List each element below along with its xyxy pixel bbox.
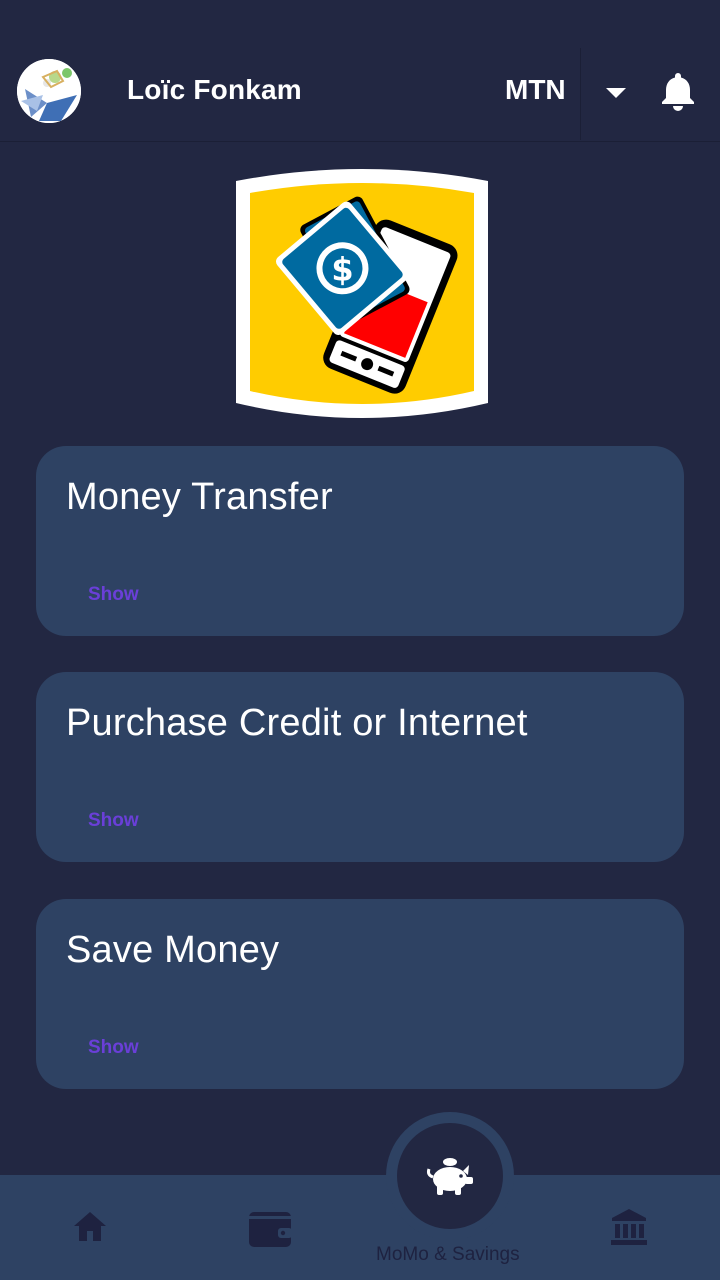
- nav-momo-savings[interactable]: [397, 1123, 503, 1229]
- mobile-money-logo: $: [234, 167, 490, 423]
- wallet-icon: [249, 1212, 292, 1247]
- home-icon: [74, 1212, 106, 1241]
- app-bar: Loïc Fonkam MTN: [0, 0, 720, 142]
- bank-icon: [611, 1209, 647, 1245]
- money-transfer-card[interactable]: Money Transfer Show: [36, 446, 684, 636]
- card-title: Save Money: [66, 929, 280, 971]
- card-title: Money Transfer: [66, 476, 333, 518]
- nav-wallet[interactable]: [248, 1210, 292, 1253]
- show-button[interactable]: Show: [88, 584, 139, 606]
- nav-home[interactable]: [72, 1210, 108, 1247]
- card-title: Purchase Credit or Internet: [66, 702, 528, 744]
- user-name: Loïc Fonkam: [127, 74, 302, 105]
- show-button[interactable]: Show: [88, 810, 139, 832]
- notifications-button[interactable]: [658, 70, 698, 112]
- nav-momo-savings-label[interactable]: MoMo & Savings: [376, 1244, 520, 1266]
- piggy-bank-icon: [427, 1158, 473, 1195]
- show-button[interactable]: Show: [88, 1037, 139, 1059]
- save-money-card[interactable]: Save Money Show: [36, 899, 684, 1089]
- nav-bank[interactable]: [610, 1208, 648, 1251]
- bell-icon: [662, 73, 694, 111]
- purchase-credit-card[interactable]: Purchase Credit or Internet Show: [36, 672, 684, 862]
- avatar-logo-icon: [17, 59, 81, 123]
- mobile-money-logo-icon: $: [236, 169, 488, 418]
- avatar[interactable]: [17, 59, 81, 123]
- caret-down-icon: [606, 88, 626, 98]
- app-screen: Loïc Fonkam MTN $ Money Transfer Show Pu…: [0, 0, 720, 1280]
- operator-label[interactable]: MTN: [505, 74, 566, 106]
- svg-text:$: $: [331, 250, 353, 288]
- operator-dropdown-button[interactable]: [580, 48, 650, 140]
